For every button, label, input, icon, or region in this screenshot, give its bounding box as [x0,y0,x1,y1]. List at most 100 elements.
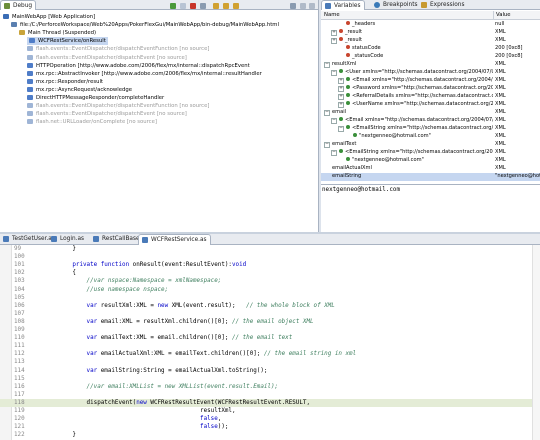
keyword: void [231,262,247,269]
collapse-icon[interactable]: − [331,118,337,124]
editor-tabbar: TestGetUser.as Login.as RestCallBase.as WCF… [0,234,540,245]
keyword: false [200,416,218,423]
code-text: } [44,431,76,439]
code-line[interactable]: 106 var resultXml:XML = new XML(event.re… [0,302,532,310]
expand-icon[interactable]: + [338,78,344,84]
code-text: private function onResult(event:ResultEv… [44,261,246,269]
variable-name: _result [345,29,362,35]
actionscript-file-icon [3,236,9,242]
collapse-icon[interactable]: − [324,62,330,68]
variable-value: XML [495,133,506,139]
code-line[interactable]: 116 //var email:XMLList = new XMLList(ev… [0,383,532,391]
variable-type-icon [346,21,350,25]
variable-row[interactable]: emailActualXml XML [321,165,540,173]
expand-icon[interactable]: + [331,30,337,36]
variable-row[interactable]: − <User xmlns="http://schemas.datacontrac… [321,69,540,77]
collapse-icon[interactable]: − [324,110,330,116]
collapse-icon[interactable]: − [331,70,337,76]
expand-icon[interactable]: + [338,94,344,100]
code-line[interactable]: 103 //var nspace:Namespace = xmlNamespac… [0,277,532,285]
collapse-icon[interactable]: − [331,150,337,156]
overview-ruler[interactable] [532,245,540,440]
variable-row[interactable]: "nextgenneo@hotmail.com" XML [321,157,540,165]
editor-tab[interactable]: Login.as [48,234,87,245]
variable-row[interactable]: + _result XML [321,29,540,37]
variable-row[interactable]: − resultXml XML [321,61,540,69]
variable-row[interactable]: − <Email xmlns="http://schemas.datacontra… [321,117,540,125]
code-line[interactable]: 111 [0,342,532,350]
code-line[interactable]: 115 [0,375,532,383]
expand-icon[interactable]: + [338,102,344,108]
variable-row[interactable]: + <Password xmlns="http://schemas.datacon… [321,85,540,93]
variable-row[interactable]: _headers null [321,21,540,29]
code-line[interactable]: 105 [0,294,532,302]
code-line[interactable]: 99 } [0,245,532,253]
variable-name: _result [345,37,362,43]
code-editor[interactable]: 99 } 100 101 private function onResult(eve… [0,245,540,440]
variable-name: resultXml [332,61,357,67]
variable-row[interactable]: − emailText XML [321,141,540,149]
keyword: false [200,424,218,431]
code-line[interactable]: 110 var emailText:XML = email.children()… [0,334,532,342]
variable-type-icon [346,45,350,49]
code-line[interactable]: 121 false)); [0,423,532,431]
variable-type-icon [346,85,350,89]
code-line[interactable]: 120 false, [0,415,532,423]
code-token: , [217,416,222,423]
variable-row[interactable]: + <UserName xmlns="http://schemas.datacon… [321,101,540,109]
variable-row[interactable]: statusCode 200 [0xc8] [321,45,540,53]
line-number: 118 [14,399,25,406]
variable-row[interactable]: − <EmailString xmlns="http://schemas.data… [321,149,540,157]
code-text: } [44,245,76,253]
code-line[interactable]: 107 [0,310,532,318]
line-number: 99 [14,246,22,252]
code-text: //use namespace nspace; [44,286,169,294]
code-line[interactable]: 122 } [0,431,532,439]
code-line[interactable]: 114 var emailString:String = emailActual… [0,367,532,375]
code-line[interactable]: 119 resultXml, [0,407,532,415]
expand-icon[interactable]: + [331,38,337,44]
variable-name: emailString [332,173,362,179]
actionscript-file-icon [93,236,99,242]
expand-icon[interactable]: + [338,86,344,92]
variable-detail-pane[interactable]: nextgenneo@hotmail.com [321,184,540,234]
code-line[interactable]: 100 [0,253,532,261]
code-line[interactable]: 104 //use namespace nspace; [0,286,532,294]
line-number: 117 [14,391,25,398]
variable-row[interactable]: + <ReferralDetails xmlns="http://schemas.… [321,93,540,101]
collapse-icon[interactable]: − [338,126,344,132]
collapse-icon[interactable]: − [324,142,330,148]
editor-tab[interactable]: WCFRestService.as [138,234,211,245]
code-line[interactable]: 113 [0,358,532,366]
variable-name: <EmailString xmlns="http://schemas.datac… [345,149,493,155]
code-token: WCFRestResultEvent(WCFRestResultEvent.RE… [150,399,310,406]
variable-value: XML [495,149,506,155]
variable-row[interactable]: − email XML [321,109,540,117]
code-line[interactable]: 108 var email:XML = resultXml.children()… [0,318,532,326]
line-number: 111 [14,343,25,350]
code-line[interactable]: 117 [0,391,532,399]
variable-row[interactable]: − <EmailString xmlns="http://schemas.data… [321,125,540,133]
variable-type-icon [353,133,357,137]
variable-type-icon [346,53,350,57]
code-line[interactable]: 109 [0,326,532,334]
variable-value: XML [495,165,506,171]
code-line[interactable]: 102 { [0,269,532,277]
variable-type-icon [346,125,350,129]
code-line[interactable]: 118 dispatchEvent(new WCFRestResultEvent… [0,398,532,407]
line-number: 100 [14,254,25,261]
variable-row[interactable]: "nextgenneo@hotmail.com" XML [321,133,540,141]
keyword: var [44,351,101,358]
code-text: false)); [44,423,228,431]
line-number: 110 [14,335,25,342]
line-number: 112 [14,351,25,358]
line-number: 122 [14,432,25,439]
code-line[interactable]: 112 var emailActualXml:XML = emailText.c… [0,350,532,358]
code-line[interactable]: 101 private function onResult(event:Resu… [0,261,532,269]
variable-row[interactable]: + <Email xmlns="http://schemas.datacontra… [321,77,540,85]
variable-type-icon [339,149,343,153]
variable-row[interactable]: emailString "nextgenneo@hotm [321,173,540,181]
variable-row[interactable]: + _result XML [321,37,540,45]
variable-row[interactable]: _statusCode 200 [0xc8] [321,53,540,61]
code-token: { [44,270,76,277]
